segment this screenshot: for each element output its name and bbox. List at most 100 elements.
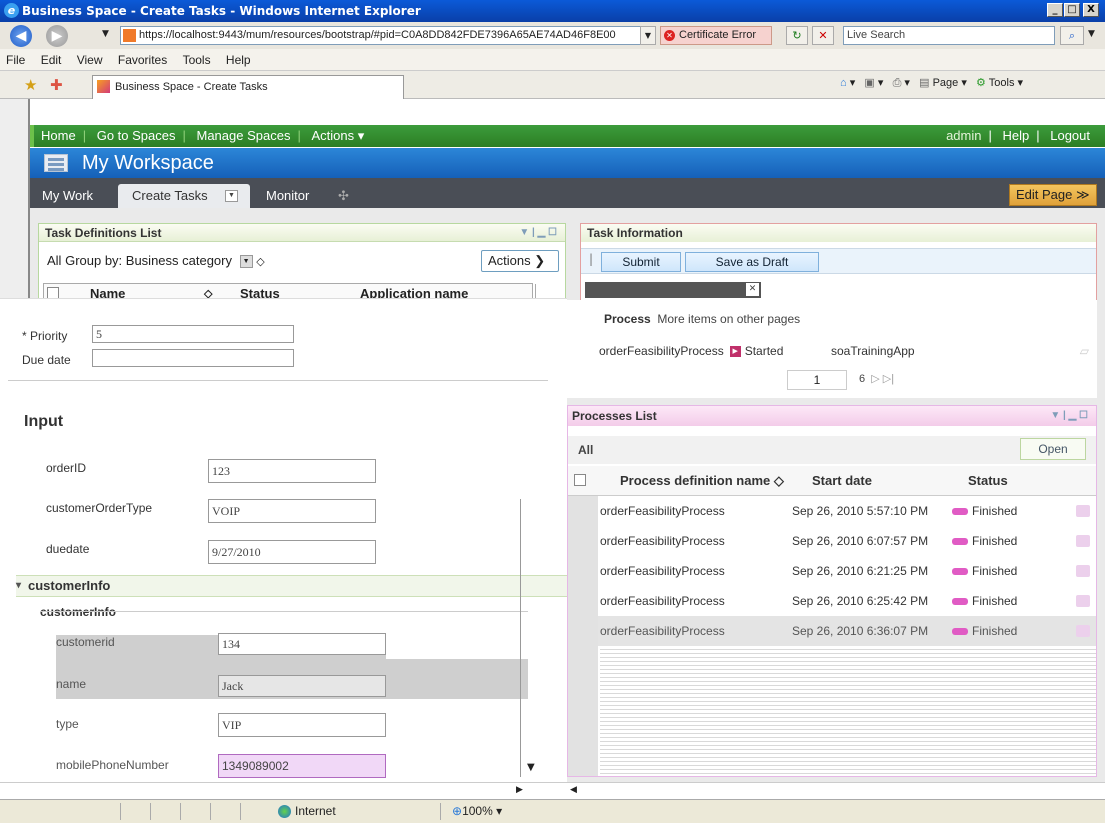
- save-as-draft-button[interactable]: Save as Draft: [685, 252, 819, 272]
- open-process-icon[interactable]: ▱: [1080, 344, 1089, 358]
- row-selector[interactable]: [568, 616, 598, 646]
- name-input[interactable]: Jack: [218, 675, 386, 697]
- process-header: Process More items on other pages: [604, 312, 800, 326]
- row-selector[interactable]: [568, 526, 598, 556]
- certificate-error-button[interactable]: ✕ Certificate Error: [660, 26, 772, 45]
- page-number-input[interactable]: 1: [787, 370, 847, 390]
- sort-icon[interactable]: ◇: [256, 256, 264, 268]
- browser-tab[interactable]: Business Space - Create Tasks: [92, 75, 404, 99]
- search-input[interactable]: Live Search: [843, 26, 1055, 45]
- collapse-triangle-icon[interactable]: ▾: [16, 576, 21, 596]
- priority-label: * Priority: [22, 329, 68, 343]
- status-divider: [440, 803, 441, 820]
- group-by-label[interactable]: Group by: Business category: [65, 253, 232, 268]
- col-start-date[interactable]: Start date: [812, 466, 872, 496]
- nav-go-to-spaces[interactable]: Go to Spaces: [90, 125, 183, 147]
- customerid-input[interactable]: 134: [218, 633, 386, 655]
- row-selector[interactable]: [568, 496, 598, 526]
- nav-user[interactable]: admin: [939, 128, 988, 143]
- duedate-input[interactable]: 9/27/2010: [208, 540, 376, 564]
- tab-monitor[interactable]: Monitor: [266, 184, 309, 208]
- scroll-left-icon[interactable]: ◀: [570, 785, 577, 795]
- table-row[interactable]: orderFeasibilityProcess Sep 26, 2010 6:3…: [568, 616, 1096, 646]
- add-tab-icon[interactable]: ✣: [338, 184, 349, 208]
- nav-logout[interactable]: Logout: [1043, 128, 1097, 143]
- nav-home[interactable]: Home: [34, 125, 83, 147]
- page-menu[interactable]: Page: [933, 77, 959, 89]
- menu-favorites[interactable]: Favorites: [112, 49, 173, 71]
- menu-help[interactable]: Help: [220, 49, 257, 71]
- favorites-star-icon[interactable]: ★: [24, 76, 37, 94]
- menu-view[interactable]: View: [71, 49, 109, 71]
- tools-gear-icon[interactable]: ⚙: [976, 77, 986, 89]
- refresh-icon[interactable]: ↻: [786, 26, 808, 45]
- task-definitions-actions-button[interactable]: Actions ❯: [481, 250, 559, 272]
- processes-filter-all[interactable]: All: [578, 443, 593, 457]
- zoom-control[interactable]: ⊕100% ▾: [452, 800, 502, 822]
- menu-file[interactable]: File: [0, 49, 31, 71]
- order-id-input[interactable]: 123: [208, 459, 376, 483]
- tools-menu[interactable]: Tools: [989, 77, 1015, 89]
- print-icon[interactable]: ⎙: [893, 77, 902, 89]
- type-input[interactable]: VIP: [218, 713, 386, 737]
- nav-help[interactable]: Help: [995, 128, 1036, 143]
- group-by-dropdown-icon[interactable]: ▼: [239, 255, 253, 269]
- forward-arrow-icon[interactable]: ▶: [46, 25, 68, 47]
- menu-edit[interactable]: Edit: [35, 49, 68, 71]
- nav-manage-spaces[interactable]: Manage Spaces: [190, 125, 298, 147]
- close-thumbnail-icon[interactable]: ✕: [746, 283, 759, 296]
- url-dropdown-icon[interactable]: ▼: [640, 26, 656, 45]
- tab-menu-dropdown-icon[interactable]: ▼: [225, 190, 238, 202]
- mobile-phone-input[interactable]: 1349089002: [218, 754, 386, 778]
- toolbar-separator: |: [589, 252, 594, 266]
- nav-actions[interactable]: Actions ▾: [304, 125, 371, 147]
- customer-order-type-input[interactable]: VOIP: [208, 499, 376, 523]
- customer-info-section-header[interactable]: ▾ customerInfo: [16, 575, 567, 597]
- page-icon[interactable]: ▤: [919, 77, 929, 89]
- tab-my-work[interactable]: My Work: [42, 184, 93, 208]
- submit-button[interactable]: Submit: [601, 252, 681, 272]
- back-arrow-icon[interactable]: ◀: [10, 25, 32, 47]
- table-row[interactable]: orderFeasibilityProcess Sep 26, 2010 6:2…: [568, 556, 1096, 586]
- next-page-icon[interactable]: ▷ ▷|: [868, 373, 894, 385]
- col-process-definition-name[interactable]: Process definition name ◇: [620, 466, 784, 496]
- row-selector[interactable]: [568, 586, 598, 616]
- open-row-icon[interactable]: [1076, 505, 1090, 517]
- maximize-button[interactable]: □: [1064, 3, 1080, 17]
- tab-create-tasks[interactable]: Create Tasks ▼: [118, 184, 250, 208]
- filter-all[interactable]: All: [47, 253, 61, 268]
- panel-controls-icon[interactable]: ▼ | ▁ ☐: [519, 224, 557, 242]
- due-date-input[interactable]: [92, 349, 294, 367]
- add-favorites-icon[interactable]: ✚: [50, 76, 63, 94]
- home-icon[interactable]: ⌂: [840, 77, 847, 89]
- site-favicon-icon: [123, 29, 136, 42]
- col-status[interactable]: Status: [968, 466, 1008, 496]
- edit-page-button[interactable]: Edit Page ≫: [1009, 184, 1097, 206]
- feeds-icon[interactable]: ▣: [864, 77, 874, 89]
- url-field[interactable]: https://localhost:9443/mum/resources/boo…: [120, 26, 656, 45]
- minimize-button[interactable]: _: [1047, 3, 1063, 17]
- open-row-icon[interactable]: [1076, 535, 1090, 547]
- open-button[interactable]: Open: [1020, 438, 1086, 460]
- history-dropdown-icon[interactable]: ▼: [102, 29, 109, 39]
- open-row-icon[interactable]: [1076, 565, 1090, 577]
- search-icon[interactable]: ⌕: [1060, 26, 1084, 45]
- panel-controls-icon[interactable]: ▼ | ▁ ☐: [1050, 406, 1088, 426]
- scroll-down-icon[interactable]: ▼: [527, 762, 535, 773]
- open-row-icon[interactable]: [1076, 595, 1090, 607]
- horizontal-scrollbar[interactable]: ▶ ◀: [0, 782, 1105, 799]
- select-all-processes-checkbox[interactable]: [574, 474, 586, 486]
- table-row[interactable]: orderFeasibilityProcess Sep 26, 2010 6:0…: [568, 526, 1096, 556]
- close-button[interactable]: X: [1083, 3, 1099, 17]
- stop-icon[interactable]: ✕: [812, 26, 834, 45]
- priority-input[interactable]: 5: [92, 325, 294, 343]
- scroll-right-icon[interactable]: ▶: [516, 785, 523, 795]
- menu-tools[interactable]: Tools: [177, 49, 217, 71]
- form-scrollbar[interactable]: ▼: [520, 499, 545, 777]
- table-row[interactable]: orderFeasibilityProcess Sep 26, 2010 6:2…: [568, 586, 1096, 616]
- row-selector[interactable]: [568, 556, 598, 586]
- search-options-icon[interactable]: ▼: [1088, 29, 1095, 39]
- process-row[interactable]: orderFeasibilityProcess ▶ Started soaTrain…: [599, 344, 1089, 362]
- table-row[interactable]: orderFeasibilityProcess Sep 26, 2010 5:5…: [568, 496, 1096, 526]
- open-row-icon[interactable]: [1076, 625, 1090, 637]
